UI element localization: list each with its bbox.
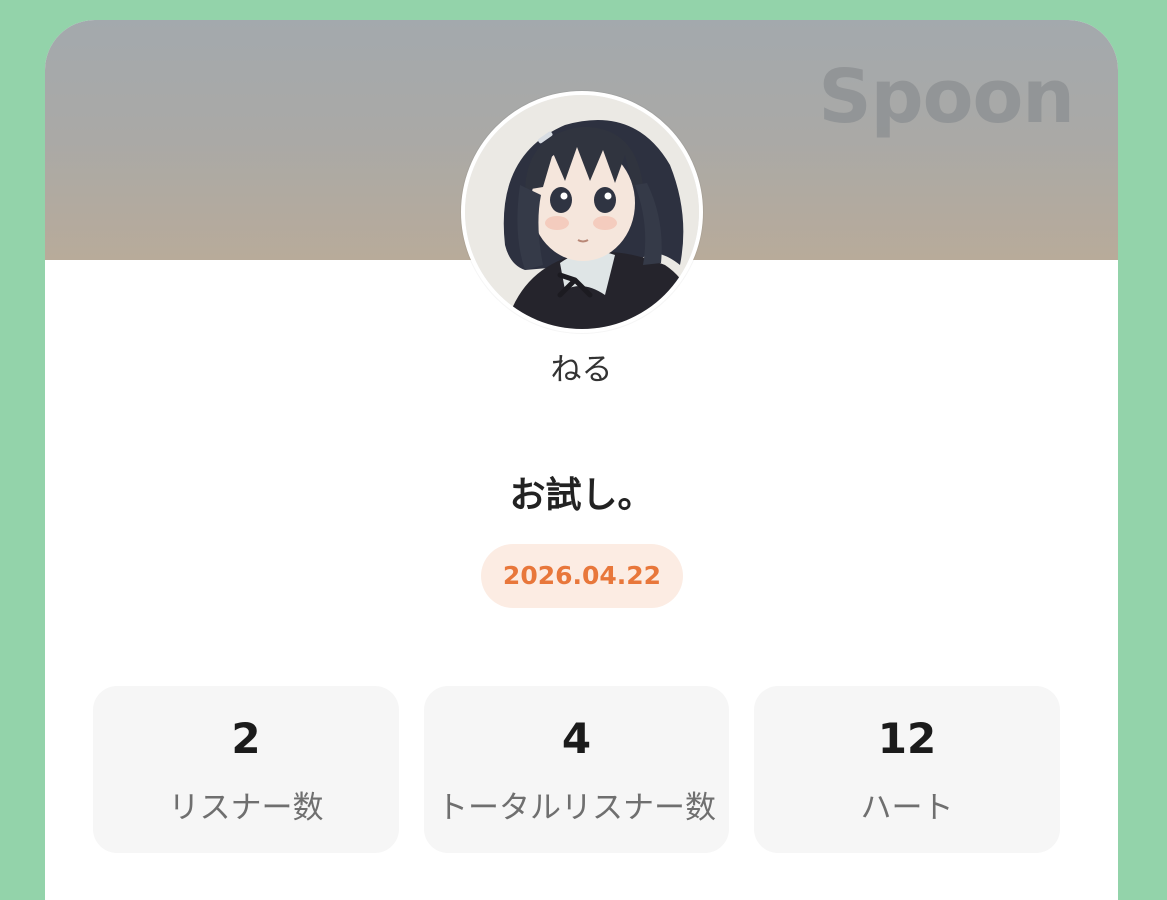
stat-value: 12: [877, 714, 937, 763]
avatar-illustration: [465, 95, 699, 329]
nickname: ねる: [550, 352, 613, 388]
date-badge: 2026.04.22: [481, 544, 683, 608]
stat-label: ハート: [860, 790, 954, 826]
avatar[interactable]: [461, 91, 703, 333]
stat-label: リスナー数: [168, 790, 324, 826]
stat-value: 4: [561, 714, 592, 763]
stat-label: トータルリスナー数: [437, 790, 716, 826]
spoon-logo: Spoon: [818, 54, 1075, 140]
broadcast-title: お試し。: [509, 475, 654, 516]
stat-card-total-listeners: 4 トータルリスナー数: [424, 686, 729, 853]
broadcast-summary-card: Spoon ねる お試し。 2026.04.22 2 リスナー数 4 トータルリ…: [45, 20, 1118, 900]
stat-value: 2: [231, 714, 261, 763]
stat-card-hearts: 12 ハート: [754, 686, 1060, 853]
stat-card-listeners: 2 リスナー数: [93, 686, 399, 853]
